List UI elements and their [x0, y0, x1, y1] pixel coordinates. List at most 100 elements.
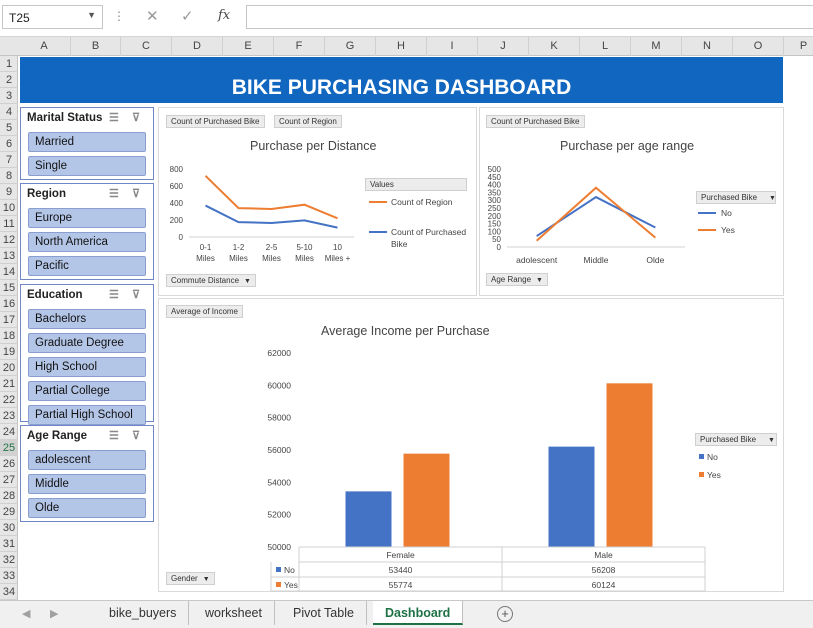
clear-filter-icon[interactable]: ⊽: [132, 111, 140, 124]
row-header[interactable]: 7: [0, 152, 18, 168]
slicer-item[interactable]: Partial College: [28, 381, 146, 401]
row-header[interactable]: 4: [0, 104, 18, 120]
row-header[interactable]: 26: [0, 456, 18, 472]
row-header[interactable]: 34: [0, 584, 18, 600]
sheet-tab[interactable]: Pivot Table: [281, 601, 367, 625]
column-header[interactable]: J: [478, 37, 529, 56]
slicer-item[interactable]: Olde: [28, 498, 146, 518]
column-headers: ABCDEFGHIJKLMNOP: [0, 37, 813, 56]
multi-select-icon[interactable]: ☰: [109, 111, 119, 124]
column-header[interactable]: A: [18, 37, 71, 56]
row-header[interactable]: 19: [0, 344, 18, 360]
legend-header[interactable]: Purchased Bike ▼: [695, 433, 777, 446]
more-options-icon[interactable]: ⋮: [113, 9, 125, 23]
slicer-item[interactable]: adolescent: [28, 450, 146, 470]
column-header[interactable]: I: [427, 37, 478, 56]
row-header[interactable]: 2: [0, 72, 18, 88]
sheet-tab[interactable]: bike_buyers: [97, 601, 190, 625]
slicer-item[interactable]: Pacific: [28, 256, 146, 276]
slicer-item[interactable]: Married: [28, 132, 146, 152]
slicer-item[interactable]: High School: [28, 357, 146, 377]
clear-filter-icon[interactable]: ⊽: [132, 187, 140, 200]
chart-purchase-per-age-range[interactable]: Count of Purchased Bike Purchase per age…: [479, 107, 784, 296]
chart-average-income[interactable]: Average of Income Average Income per Pur…: [158, 298, 784, 592]
column-header[interactable]: M: [631, 37, 682, 56]
row-header[interactable]: 31: [0, 536, 18, 552]
check-icon[interactable]: ✓: [181, 7, 194, 25]
row-header[interactable]: 13: [0, 248, 18, 264]
row-header[interactable]: 16: [0, 296, 18, 312]
row-header[interactable]: 5: [0, 120, 18, 136]
y-tick-label: 0: [497, 243, 502, 252]
column-header[interactable]: H: [376, 37, 427, 56]
legend-swatch-no: [699, 454, 704, 459]
row-header[interactable]: 32: [0, 552, 18, 568]
add-sheet-icon[interactable]: +: [497, 606, 513, 622]
row-header[interactable]: 10: [0, 200, 18, 216]
sheet-tab[interactable]: Dashboard: [373, 601, 464, 625]
formula-input[interactable]: [246, 5, 813, 29]
multi-select-icon[interactable]: ☰: [109, 288, 119, 301]
slicer-item[interactable]: Bachelors: [28, 309, 146, 329]
row-header[interactable]: 20: [0, 360, 18, 376]
row-header[interactable]: 33: [0, 568, 18, 584]
chevron-down-icon[interactable]: ▼: [87, 10, 96, 20]
field-button-commute-distance[interactable]: Commute Distance ▼: [166, 274, 256, 287]
column-header[interactable]: F: [274, 37, 325, 56]
column-header[interactable]: L: [580, 37, 631, 56]
column-header[interactable]: N: [682, 37, 733, 56]
sheet-tab[interactable]: worksheet: [193, 601, 275, 625]
insert-function-icon[interactable]: fx: [218, 8, 230, 23]
row-header[interactable]: 12: [0, 232, 18, 248]
series-line-count-of-region: [204, 175, 338, 220]
row-header[interactable]: 21: [0, 376, 18, 392]
column-header[interactable]: O: [733, 37, 784, 56]
row-header[interactable]: 29: [0, 504, 18, 520]
cancel-icon[interactable]: ✕: [146, 7, 159, 25]
column-header[interactable]: K: [529, 37, 580, 56]
slicer-item[interactable]: Europe: [28, 208, 146, 228]
row-header[interactable]: 22: [0, 392, 18, 408]
column-header[interactable]: E: [223, 37, 274, 56]
row-header[interactable]: 23: [0, 408, 18, 424]
slicer-item[interactable]: Graduate Degree: [28, 333, 146, 353]
scroll-right-icon[interactable]: ▶: [50, 607, 58, 620]
scroll-left-icon[interactable]: ◀: [22, 607, 30, 620]
row-header[interactable]: 28: [0, 488, 18, 504]
row-header[interactable]: 24: [0, 424, 18, 440]
column-header[interactable]: B: [71, 37, 121, 56]
column-header[interactable]: D: [172, 37, 223, 56]
column-header[interactable]: G: [325, 37, 376, 56]
row-header[interactable]: 17: [0, 312, 18, 328]
slicer-item[interactable]: Single: [28, 156, 146, 176]
row-header[interactable]: 18: [0, 328, 18, 344]
y-tick-label: 50: [492, 235, 501, 244]
slicer-item[interactable]: Middle: [28, 474, 146, 494]
x-tick-label: adolescent: [516, 255, 558, 265]
legend-header[interactable]: Purchased Bike ▼: [696, 191, 776, 204]
slicer-item[interactable]: Partial High School: [28, 405, 146, 425]
row-header[interactable]: 1: [0, 56, 18, 72]
row-header[interactable]: 8: [0, 168, 18, 184]
row-header[interactable]: 25: [0, 440, 18, 456]
chart-purchase-per-distance[interactable]: Count of Purchased Bike Count of Region …: [158, 107, 477, 296]
multi-select-icon[interactable]: ☰: [109, 187, 119, 200]
row-header[interactable]: 30: [0, 520, 18, 536]
row-header[interactable]: 9: [0, 184, 18, 200]
field-button-gender[interactable]: Gender ▼: [166, 572, 215, 585]
row-header[interactable]: 14: [0, 264, 18, 280]
clear-filter-icon[interactable]: ⊽: [132, 288, 140, 301]
column-header[interactable]: P: [784, 37, 813, 56]
multi-select-icon[interactable]: ☰: [109, 429, 119, 442]
y-tick-label: 500: [488, 165, 502, 174]
slicer-item[interactable]: North America: [28, 232, 146, 252]
row-header[interactable]: 27: [0, 472, 18, 488]
field-button-age-range[interactable]: Age Range ▼: [486, 273, 548, 286]
column-header[interactable]: C: [121, 37, 172, 56]
row-header[interactable]: 6: [0, 136, 18, 152]
row-header[interactable]: 11: [0, 216, 18, 232]
row-header[interactable]: 3: [0, 88, 18, 104]
row-header[interactable]: 15: [0, 280, 18, 296]
name-box[interactable]: T25 ▼: [2, 5, 103, 29]
clear-filter-icon[interactable]: ⊽: [132, 429, 140, 442]
